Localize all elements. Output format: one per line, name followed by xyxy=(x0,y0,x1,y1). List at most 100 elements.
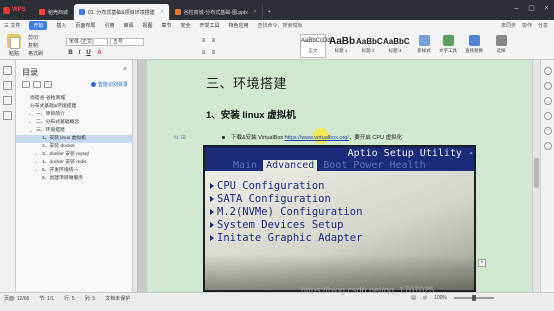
toc-item[interactable]: 分布式基础&环境搭建 xyxy=(16,103,133,111)
cut-button[interactable]: 剪切 xyxy=(28,34,38,41)
toc-item-label: 4、docker 安装 redis xyxy=(42,160,87,165)
toc-item[interactable]: › 一、项目简介 xyxy=(16,111,133,119)
list-number-icon[interactable]: ≡ xyxy=(210,38,217,45)
comment-icon[interactable] xyxy=(3,96,12,105)
toc-item[interactable]: 2、安装 docker xyxy=(16,143,133,151)
right-tool-strip xyxy=(540,60,554,292)
menu-review[interactable]: 审阅 xyxy=(123,22,133,29)
page-indicator[interactable]: 页面: 12/66 xyxy=(4,295,29,302)
image-expand-icon[interactable]: + xyxy=(478,259,486,267)
settings-icon[interactable] xyxy=(543,112,552,120)
up-arrow-icon[interactable] xyxy=(543,67,552,75)
smart-toc-button[interactable]: 智能识别目录 xyxy=(90,81,128,88)
menu-file[interactable]: 三 文件 xyxy=(4,22,20,29)
close-tab-icon[interactable]: × xyxy=(161,9,164,15)
menu-layout[interactable]: 页面布局 xyxy=(75,22,95,29)
menu-bar: 三 文件 开始 插入 页面布局 引用 审阅 视图 章节 安全 开发工具 特色应用… xyxy=(0,20,554,31)
sync-status[interactable]: 未同步 xyxy=(501,22,516,29)
tab-document-active[interactable]: 01. 分布式基础&项目环境搭建 × xyxy=(74,4,170,20)
close-icon[interactable]: × xyxy=(123,66,127,73)
outline-icon[interactable] xyxy=(3,66,12,75)
chevron-right-icon[interactable]: › xyxy=(29,119,31,127)
tab-pptx[interactable]: 谷粒商城-分布式基础-图.pptx × xyxy=(170,4,263,20)
menu-section[interactable]: 章节 xyxy=(161,22,171,29)
format-painter-button[interactable]: 格式刷 xyxy=(28,50,43,57)
chevron-right-icon[interactable]: › xyxy=(35,167,37,175)
select-button[interactable]: 选择 xyxy=(490,34,512,58)
menu-start[interactable]: 开始 xyxy=(29,21,48,30)
chevron-right-icon[interactable]: › xyxy=(35,159,37,167)
style-normal[interactable]: AaBbCcDd 正文 xyxy=(300,34,331,58)
underline-button[interactable]: U xyxy=(85,50,92,57)
menu-features[interactable]: 特色应用 xyxy=(229,22,249,29)
share-button[interactable]: 分享 xyxy=(538,22,548,29)
bold-button[interactable]: B xyxy=(67,50,74,57)
font-color-button[interactable]: A xyxy=(96,50,103,57)
close-window-icon[interactable]: × xyxy=(539,0,554,20)
expand-all-icon[interactable] xyxy=(22,81,30,88)
tools-icon[interactable] xyxy=(543,97,552,105)
align-center-icon[interactable]: ≡ xyxy=(210,50,217,57)
find-replace-button[interactable]: 查找替换 xyxy=(463,34,485,58)
toc-item[interactable]: 1、安装 linux 虚拟机 xyxy=(16,135,133,143)
font-size-select[interactable]: 五号 xyxy=(110,38,144,46)
wps-logo[interactable]: WPS xyxy=(0,0,34,20)
toc-item[interactable]: 尚硅谷-谷粒商城 xyxy=(16,95,133,103)
style-heading-3[interactable]: AaBbC 标题 3 xyxy=(382,34,410,58)
tab-label: 01. 分布式基础&项目环境搭建 xyxy=(88,9,155,16)
tab-label: 稻壳商城 xyxy=(48,9,69,16)
bookmark-icon[interactable] xyxy=(3,81,12,90)
scroll-thumb[interactable] xyxy=(534,158,539,188)
window-controls: – ▢ × xyxy=(509,0,554,20)
maximize-icon[interactable]: ▢ xyxy=(524,0,539,20)
chevron-right-icon[interactable]: › xyxy=(29,111,31,119)
bios-screenshot[interactable]: Aptio Setup Utility - Main Advanced Boot… xyxy=(203,145,476,292)
new-style-button[interactable]: 新样式 xyxy=(413,34,435,58)
command-search[interactable]: 查找命令、搜索模板 xyxy=(258,22,303,29)
toc-item[interactable]: 6、创建项目微服务 xyxy=(16,175,133,183)
new-tab-button[interactable]: + xyxy=(263,4,276,20)
web-view-icon[interactable]: ◎ xyxy=(423,295,427,301)
menu-devtools[interactable]: 开发工具 xyxy=(200,22,220,29)
edit-icon[interactable] xyxy=(543,82,552,90)
italic-button[interactable]: I xyxy=(76,50,83,57)
menu-view[interactable]: 视图 xyxy=(142,22,152,29)
toc-item[interactable]: › 3、docker 安装 mysql xyxy=(16,151,133,159)
toc-item[interactable]: › 二、分布式基础概念 xyxy=(16,119,133,127)
view-mode-icon[interactable]: ▤ xyxy=(411,295,416,301)
list-bullet-icon[interactable]: ≡ xyxy=(200,38,207,45)
close-tab-icon[interactable]: × xyxy=(254,9,257,15)
style-preview: AaBbCcDd xyxy=(301,38,331,44)
style-heading-1[interactable]: AaBb 标题 1 xyxy=(328,34,355,58)
toc-item[interactable]: › 4、docker 安装 redis xyxy=(16,159,133,167)
virtualbox-link[interactable]: https://www.virtualbox.org/ xyxy=(285,135,349,141)
minimize-icon[interactable]: – xyxy=(509,0,524,20)
zoom-handle[interactable] xyxy=(472,295,476,301)
search-icon[interactable] xyxy=(3,111,12,120)
menu-insert[interactable]: 插入 xyxy=(56,22,66,29)
chevron-down-icon[interactable]: ⌄ xyxy=(29,127,33,135)
toc-item[interactable]: › 5、开发环境统一 xyxy=(16,167,133,175)
collapse-all-icon[interactable] xyxy=(33,81,41,88)
level-icon[interactable] xyxy=(44,81,52,88)
paragraph-handle-icon[interactable]: ⇆ ⊞ xyxy=(174,134,186,141)
font-name-select[interactable]: 宋体 (正文) xyxy=(66,38,108,46)
copy-button[interactable]: 复制 xyxy=(28,42,38,49)
tab-daoke[interactable]: 稻壳商城 xyxy=(34,4,75,20)
share-icon[interactable] xyxy=(543,127,552,135)
toc-item-label: 2、安装 docker xyxy=(42,144,75,149)
toc-item[interactable]: ⌄ 三、环境搭建 xyxy=(16,127,133,135)
paste-button[interactable]: 粘贴 xyxy=(3,34,25,58)
style-heading-2[interactable]: AaBbC 标题 2 xyxy=(355,34,383,58)
zoom-level[interactable]: 100% xyxy=(434,295,447,301)
protect-status[interactable]: 文档未保护 xyxy=(105,295,130,302)
zoom-slider[interactable] xyxy=(454,295,494,301)
align-left-icon[interactable]: ≡ xyxy=(200,50,207,57)
text-tool-button[interactable]: 文字工具 xyxy=(437,34,459,58)
help-icon[interactable] xyxy=(543,142,552,150)
menu-security[interactable]: 安全 xyxy=(181,22,191,29)
collaborate-button[interactable]: 协作 xyxy=(522,22,532,29)
menu-reference[interactable]: 引用 xyxy=(104,22,114,29)
vertical-scrollbar[interactable] xyxy=(533,60,540,292)
chevron-right-icon[interactable]: › xyxy=(35,151,37,159)
